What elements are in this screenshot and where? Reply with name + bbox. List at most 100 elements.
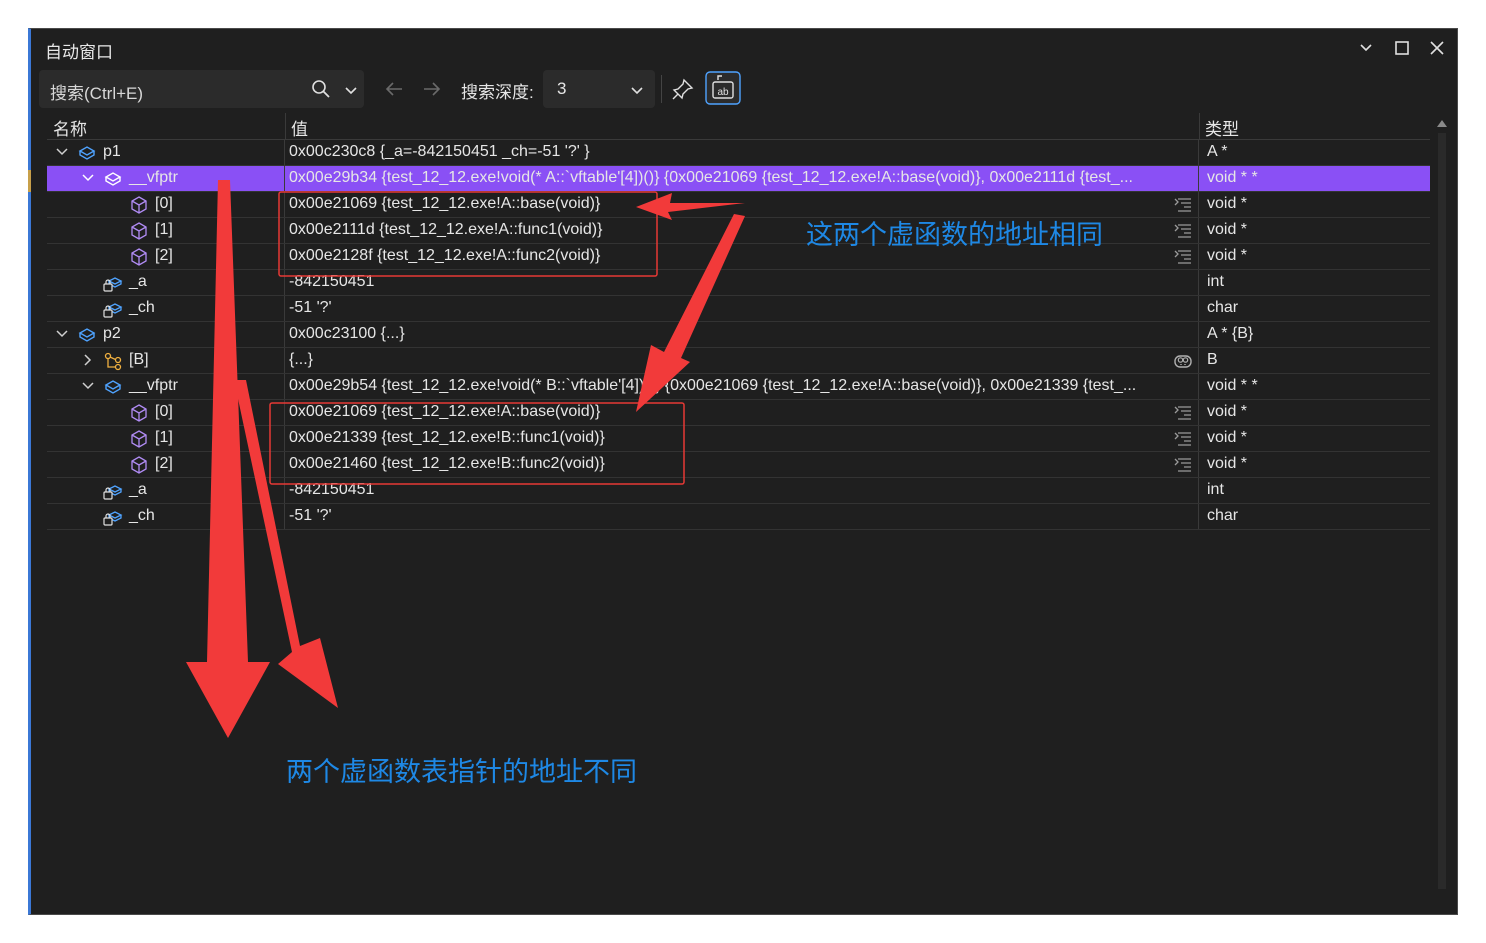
copilot-icon[interactable] [1173,351,1193,371]
private-field-icon [103,277,123,292]
variable-value: 0x00e21339 {test_12_12.exe!B::func1(void… [289,429,605,446]
column-divider [1198,374,1199,399]
value-cell[interactable]: 0x00c23100 {...} [285,322,1197,347]
value-cell[interactable]: 0x00e29b54 {test_12_12.exe!void(* B::`vf… [285,374,1197,399]
search-depth-select[interactable]: 3 [543,70,655,108]
variable-name: [0] [155,195,173,212]
variable-type: void * [1207,221,1248,238]
name-cell: p2 [47,322,284,347]
variable-value: 0x00e2111d {test_12_12.exe!A::func1(void… [289,221,603,238]
private-field-icon [103,511,123,526]
variable-type: void * * [1207,169,1258,186]
value-cell[interactable]: 0x00c230c8 {_a=-842150451 _ch=-51 '?' } [285,140,1197,165]
column-divider [1198,270,1199,295]
column-headers: 名称 值 类型 [47,113,1430,140]
variable-value: -51 '?' [289,507,332,524]
table-row[interactable]: __vfptr 0x00e29b54 {test_12_12.exe!void(… [47,374,1430,400]
variable-type: char [1207,507,1239,524]
table-row[interactable]: [B] {...} B [47,348,1430,374]
chevron-down-icon[interactable] [1353,35,1379,61]
table-row[interactable]: [1] 0x00e21339 {test_12_12.exe!B::func1(… [47,426,1430,452]
variable-type: void * * [1207,377,1258,394]
arrow-left-icon[interactable] [383,79,405,99]
table-row[interactable]: [2] 0x00e2128f {test_12_12.exe!A::func2(… [47,244,1430,270]
visualizer-icon[interactable] [1173,195,1193,215]
cube-icon [131,248,147,266]
visualizer-icon[interactable] [1173,247,1193,267]
search-depth-value: 3 [557,79,567,98]
search-placeholder: 搜索(Ctrl+E) [50,84,144,103]
variable-type: void * [1207,195,1248,212]
table-row[interactable]: p2 0x00c23100 {...} A * {B} [47,322,1430,348]
scroll-up-arrow-icon[interactable] [1437,119,1447,127]
value-cell[interactable]: -51 '?' [285,504,1197,529]
table-row[interactable]: [0] 0x00e21069 {test_12_12.exe!A::base(v… [47,192,1430,218]
variable-name: _a [129,481,147,498]
table-row[interactable]: _a -842150451 int [47,478,1430,504]
value-cell[interactable]: 0x00e21069 {test_12_12.exe!A::base(void)… [285,400,1197,425]
variable-name: __vfptr [129,377,178,394]
table-row[interactable]: _ch -51 '?' char [47,296,1430,322]
variable-name: p2 [103,325,121,342]
column-header-value[interactable]: 值 [291,115,308,140]
column-divider[interactable] [1199,113,1200,139]
variable-name: _a [129,273,147,290]
vertical-scrollbar[interactable] [1434,113,1450,913]
table-row-selected[interactable]: __vfptr 0x00e29b34 {test_12_12.exe!void(… [47,166,1430,192]
pin-icon[interactable] [671,77,695,101]
chevron-down-icon[interactable] [81,171,95,185]
name-cell: p1 [47,140,284,165]
value-cell[interactable]: -842150451 [285,270,1197,295]
arrow-right-icon[interactable] [421,79,443,99]
chevron-right-icon[interactable] [81,353,95,367]
name-cell: _a [47,478,284,503]
table-row[interactable]: _ch -51 '?' char [47,504,1430,530]
visualizer-icon[interactable] [1173,429,1193,449]
visualizer-icon[interactable] [1173,455,1193,475]
visualizer-icon[interactable] [1173,403,1193,423]
name-cell: [2] [47,244,284,269]
chevron-down-icon[interactable] [55,327,69,341]
table-row[interactable]: [1] 0x00e2111d {test_12_12.exe!A::func1(… [47,218,1430,244]
search-icon[interactable] [311,79,331,99]
value-cell[interactable]: {...} [285,348,1197,373]
variable-value: 0x00e29b54 {test_12_12.exe!void(* B::`vf… [289,377,1137,394]
variable-value: -842150451 [289,273,375,290]
value-cell[interactable]: -51 '?' [285,296,1197,321]
column-header-type[interactable]: 类型 [1205,115,1239,140]
private-field-icon [103,303,123,318]
column-divider [1198,244,1199,269]
value-cell[interactable]: 0x00e21460 {test_12_12.exe!B::func2(void… [285,452,1197,477]
chevron-down-icon[interactable] [81,379,95,393]
type-cell: A * {B} [1203,322,1430,347]
variable-name: __vfptr [129,169,178,186]
value-cell[interactable]: 0x00e21339 {test_12_12.exe!B::func1(void… [285,426,1197,451]
annotation-different-vptr: 两个虚函数表指针的地址不同 [286,757,637,787]
value-cell[interactable]: -842150451 [285,478,1197,503]
type-cell: void * [1203,426,1430,451]
column-header-name[interactable]: 名称 [53,115,87,140]
visualizer-icon[interactable] [1173,221,1193,241]
column-divider [1198,348,1199,373]
maximize-icon[interactable] [1389,35,1415,61]
search-input[interactable]: 搜索(Ctrl+E) [39,70,364,108]
table-row[interactable]: [2] 0x00e21460 {test_12_12.exe!B::func2(… [47,452,1430,478]
table-row[interactable]: [0] 0x00e21069 {test_12_12.exe!A::base(v… [47,400,1430,426]
variable-name: [1] [155,429,173,446]
close-icon[interactable] [1424,35,1450,61]
column-divider [1198,296,1199,321]
toolbar: 搜索(Ctrl+E) 搜索深度: 3 ab [31,69,1457,111]
chevron-down-icon[interactable] [343,82,359,98]
scroll-track[interactable] [1438,133,1446,889]
type-cell: void * [1203,452,1430,477]
column-divider[interactable] [285,113,286,139]
table-row[interactable]: p1 0x00c230c8 {_a=-842150451 _ch=-51 '?'… [47,140,1430,166]
chevron-down-icon[interactable] [55,145,69,159]
value-cell[interactable]: 0x00e29b34 {test_12_12.exe!void(* A::`vf… [285,166,1197,191]
table-row[interactable]: _a -842150451 int [47,270,1430,296]
hex-display-toggle-icon[interactable]: ab [705,71,741,105]
column-divider [1198,478,1199,503]
annotation-same-address: 这两个虚函数的地址相同 [806,220,1103,250]
name-cell: _ch [47,504,284,529]
chevron-down-icon[interactable] [629,82,645,98]
